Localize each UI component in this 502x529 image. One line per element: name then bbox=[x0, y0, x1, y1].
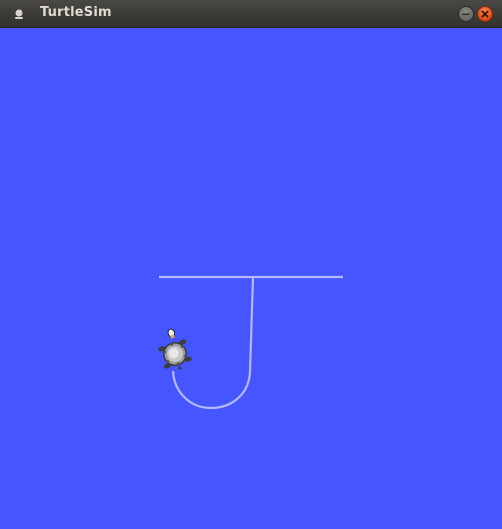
minimize-icon bbox=[462, 13, 470, 16]
title-bar[interactable]: TurtleSim bbox=[0, 0, 502, 28]
turtle-app-icon bbox=[12, 7, 26, 21]
pen-trail bbox=[159, 275, 343, 410]
close-icon bbox=[481, 10, 489, 18]
minimize-button[interactable] bbox=[458, 6, 474, 22]
turtle-canvas[interactable] bbox=[0, 28, 502, 529]
turtlesim-window: TurtleSim bbox=[0, 0, 502, 529]
turtle bbox=[158, 328, 192, 370]
drawing-surface bbox=[158, 275, 343, 410]
window-title: TurtleSim bbox=[40, 5, 112, 20]
close-button[interactable] bbox=[477, 6, 493, 22]
